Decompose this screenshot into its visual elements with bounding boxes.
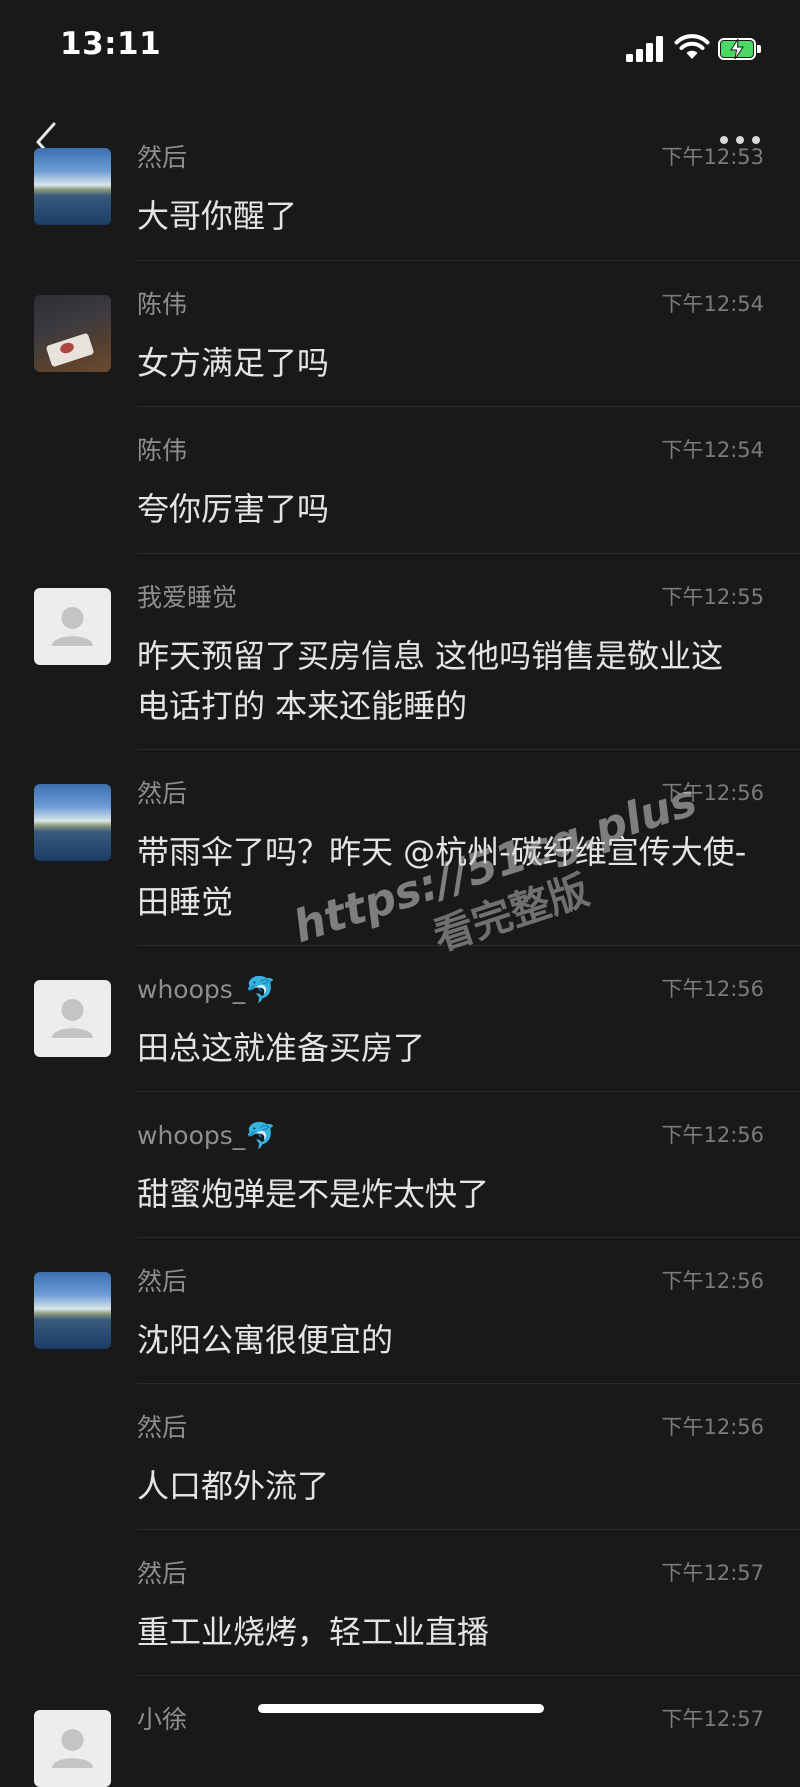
status-bar: 13:11 [0,0,800,100]
message-item[interactable]: whoops_🐬 下午12:56 田总这就准备买房了 [34,945,800,1091]
signal-icon [626,36,664,62]
sender-name: 然后 [137,1559,188,1588]
sender-name: 然后 [137,1413,188,1442]
message-item[interactable]: 然后 下午12:56 沈阳公寓很便宜的 [34,1237,800,1383]
message-item[interactable]: 小徐 下午12:57 [34,1675,800,1787]
avatar[interactable] [34,1710,111,1787]
avatar[interactable] [34,148,111,225]
message-feed: 然后 下午12:53 大哥你醒了 陈伟 下午12:54 女方满足了吗 陈伟 下午… [0,114,800,1787]
message-text: 昨天预留了买房信息 这他吗销售是敬业这电话打的 本来还能睡的 [137,637,724,725]
message-item[interactable]: 然后 下午12:53 大哥你醒了 [34,114,800,260]
default-user-icon [52,1729,93,1768]
sender-name: 陈伟 [137,290,188,319]
message-time: 下午12:57 [661,1707,764,1731]
message-time: 下午12:57 [661,1561,764,1585]
sender-name: 陈伟 [137,436,188,465]
message-text: 甜蜜炮弹是不是炸太快了 [137,1175,490,1213]
sender-name: 小徐 [137,1705,188,1734]
message-time: 下午12:53 [661,145,764,169]
message-text: 女方满足了吗 [137,344,330,382]
message-time: 下午12:54 [661,292,764,316]
message-item[interactable]: 然后 下午12:56 人口都外流了 [137,1383,800,1529]
message-time: 下午12:56 [661,1269,764,1293]
message-text: 带雨伞了吗？昨天 @杭州-碳纤维宣传大使-田睡觉 [137,833,747,921]
message-item[interactable]: 陈伟 下午12:54 夸你厉害了吗 [137,406,800,553]
message-time: 下午12:56 [661,1415,764,1439]
sender-name: 然后 [137,1267,188,1296]
message-time: 下午12:56 [661,781,764,805]
message-item[interactable]: 然后 下午12:57 重工业烧烤，轻工业直播 [137,1529,800,1675]
message-item[interactable]: whoops_🐬 下午12:56 甜蜜炮弹是不是炸太快了 [137,1091,800,1237]
message-time: 下午12:55 [661,585,764,609]
avatar[interactable] [34,1272,111,1349]
avatar[interactable] [34,980,111,1057]
message-text: 大哥你醒了 [137,197,298,235]
message-time: 下午12:54 [661,438,764,462]
sender-name: whoops_🐬 [137,975,277,1004]
sender-name: 然后 [137,779,188,808]
message-text: 沈阳公寓很便宜的 [137,1321,394,1359]
message-time: 下午12:56 [661,977,764,1001]
sender-name: whoops_🐬 [137,1121,277,1150]
message-item[interactable]: 然后 下午12:56 带雨伞了吗？昨天 @杭州-碳纤维宣传大使-田睡觉 [34,749,800,945]
avatar[interactable] [34,588,111,665]
message-text: 重工业烧烤，轻工业直播 [137,1613,490,1651]
avatar[interactable] [34,784,111,861]
status-time: 13:11 [60,26,162,62]
message-text: 夸你厉害了吗 [137,490,330,528]
avatar[interactable] [34,295,111,372]
message-time: 下午12:56 [661,1123,764,1147]
sender-name: 然后 [137,143,188,172]
wifi-icon [674,34,710,59]
home-indicator[interactable] [258,1704,544,1713]
default-user-icon [52,999,93,1038]
message-text: 田总这就准备买房了 [137,1029,426,1067]
sender-name: 我爱睡觉 [137,583,238,612]
message-item[interactable]: 我爱睡觉 下午12:55 昨天预留了买房信息 这他吗销售是敬业这电话打的 本来还… [34,553,800,749]
message-text: 人口都外流了 [137,1467,330,1505]
default-user-icon [52,607,93,646]
battery-icon [718,38,762,60]
message-item[interactable]: 陈伟 下午12:54 女方满足了吗 [34,260,800,406]
